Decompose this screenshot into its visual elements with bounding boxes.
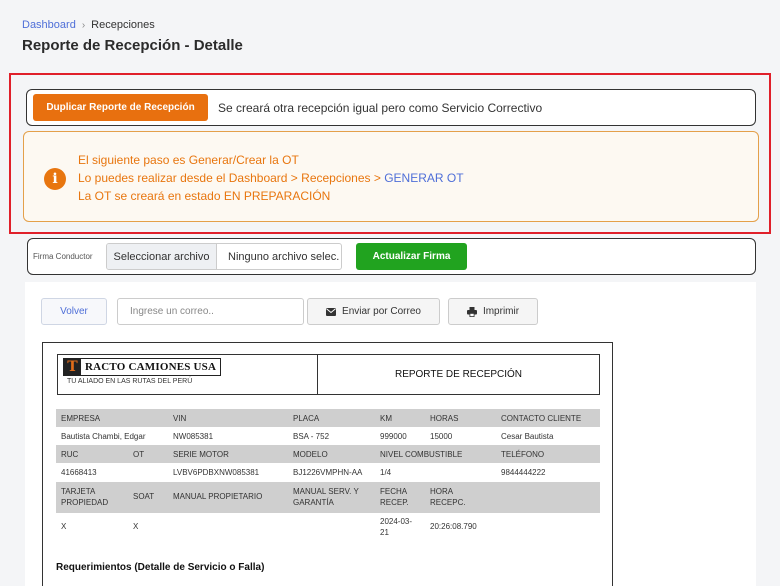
value-cell: BJ1226VMPHN-AA	[293, 468, 363, 477]
header-cell: TARJETA PROPIEDAD	[61, 487, 109, 507]
info-line-3: La OT se creará en estado EN PREPARACIÓN	[78, 189, 331, 203]
header-cell: HORAS	[430, 414, 459, 423]
info-icon: i	[44, 168, 66, 190]
update-signature-button[interactable]: Actualizar Firma	[356, 243, 467, 270]
email-input[interactable]: Ingrese un correo..	[117, 298, 304, 325]
grid-value-row: X X 2024-03- 21 20:26:08.790	[56, 513, 600, 543]
printer-icon	[466, 306, 477, 317]
value-cell: 9844444222	[501, 468, 546, 477]
choose-file-button[interactable]: Seleccionar archivo	[107, 244, 217, 269]
value-cell: BSA - 752	[293, 432, 330, 441]
header-cell: SOAT	[133, 492, 155, 501]
grid-value-row: Bautista Chambi, Edgar NW085381 BSA - 75…	[56, 427, 600, 445]
report-title: REPORTE DE RECEPCIÓN	[394, 369, 523, 380]
breadcrumb-dashboard-link[interactable]: Dashboard	[22, 19, 76, 31]
send-email-label: Enviar por Correo	[342, 306, 421, 317]
header-cell: OT	[133, 450, 145, 459]
value-cell: 999000	[380, 432, 407, 441]
print-button[interactable]: Imprimir	[448, 298, 538, 325]
logo-mark: T	[64, 359, 81, 375]
value-cell: 2024-03- 21	[380, 517, 413, 537]
info-line-2: Lo puedes realizar desde el Dashboard > …	[78, 169, 464, 187]
logo-name: RACTO CAMIONES USA	[85, 361, 217, 373]
signature-file-input[interactable]: Seleccionar archivo Ninguno archivo sele…	[106, 243, 342, 270]
file-status: Ninguno archivo selec.	[228, 250, 340, 263]
company-logo: T RACTO CAMIONES USA TU ALIADO EN LAS RU…	[58, 355, 318, 394]
value-cell: X	[61, 522, 67, 531]
value-cell: NW085381	[173, 432, 214, 441]
back-button[interactable]: Volver	[41, 298, 107, 325]
header-cell: VIN	[173, 414, 187, 423]
grid-header-row: TARJETA PROPIEDAD SOAT MANUAL PROPIETARIO…	[56, 482, 600, 513]
duplicate-report-button[interactable]: Duplicar Reporte de Recepción	[33, 94, 208, 121]
value-cell: Cesar Bautista	[501, 432, 554, 441]
signature-panel: Firma Conductor Seleccionar archivo Ning…	[27, 238, 756, 275]
duplicate-description: Se creará otra recepción igual pero como…	[218, 100, 543, 115]
header-cell: SERIE MOTOR	[173, 450, 229, 459]
breadcrumb: Dashboard › Recepciones	[22, 19, 155, 31]
grid-value-row: 41668413 LVBV6PDBXNW085381 BJ1226VMPHN-A…	[56, 463, 600, 481]
header-cell: EMPRESA	[61, 414, 101, 423]
page-title: Reporte de Recepción - Detalle	[22, 37, 243, 54]
header-cell: RUC	[61, 450, 79, 459]
value-cell: LVBV6PDBXNW085381	[173, 468, 260, 477]
value-cell: 1/4	[380, 468, 392, 477]
grid-header-row: RUC OT SERIE MOTOR MODELO NIVEL COMBUSTI…	[56, 445, 600, 463]
report-header: T RACTO CAMIONES USA TU ALIADO EN LAS RU…	[57, 354, 600, 395]
header-cell: KM	[380, 414, 392, 423]
header-cell: HORA RECEPC.	[430, 487, 466, 507]
header-cell: MANUAL PROPIETARIO	[173, 492, 263, 501]
header-cell: NIVEL COMBUSTIBLE	[380, 450, 463, 459]
value-cell: X	[133, 522, 139, 531]
requirements-title: Requerimientos (Detalle de Servicio o Fa…	[56, 562, 265, 573]
value-cell: Bautista Chambi, Edgar	[61, 432, 146, 441]
envelope-icon	[326, 307, 337, 316]
header-cell: PLACA	[293, 414, 320, 423]
value-cell: 15000	[430, 432, 453, 441]
breadcrumb-current: Recepciones	[91, 19, 155, 31]
info-alert: i El siguiente paso es Generar/Crear la …	[23, 131, 759, 222]
info-line-2-text: Lo puedes realizar desde el Dashboard > …	[78, 171, 385, 185]
signature-label: Firma Conductor	[33, 252, 93, 261]
header-cell: FECHA RECEP.	[380, 487, 409, 507]
value-cell: 41668413	[61, 468, 97, 477]
duplicate-panel: Duplicar Reporte de Recepción Se creará …	[26, 89, 756, 126]
header-cell: CONTACTO CLIENTE	[501, 414, 582, 423]
header-cell: TELÉFONO	[501, 450, 545, 459]
info-line-1: El siguiente paso es Generar/Crear la OT	[78, 153, 299, 167]
chevron-right-icon: ›	[81, 19, 86, 31]
grid-header-row: EMPRESA VIN PLACA KM HORAS CONTACTO CLIE…	[56, 409, 600, 427]
logo-slogan: TU ALIADO EN LAS RUTAS DEL PERÚ	[67, 378, 193, 385]
print-label: Imprimir	[482, 306, 520, 317]
header-cell: MANUAL SERV. Y GARANTÍA	[293, 487, 359, 507]
generar-ot-link[interactable]: GENERAR OT	[384, 171, 463, 185]
header-cell: MODELO	[293, 450, 328, 459]
value-cell: 20:26:08.790	[430, 522, 477, 531]
send-email-button[interactable]: Enviar por Correo	[307, 298, 440, 325]
